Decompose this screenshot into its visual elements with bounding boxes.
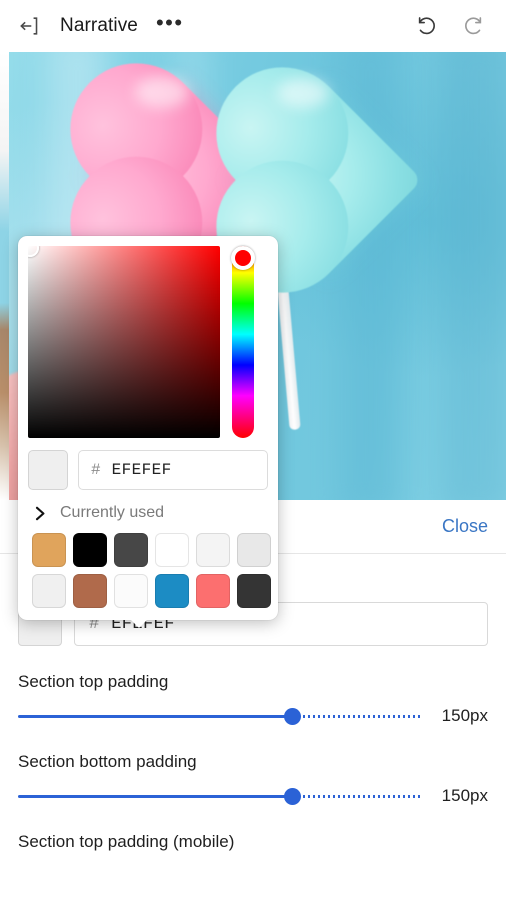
picker-hex-value: EFEFEF	[111, 461, 172, 479]
color-picker-controls	[28, 246, 268, 438]
slider-label: Section top padding	[18, 672, 169, 691]
slider-row: 150px	[18, 706, 488, 726]
color-swatch[interactable]	[196, 533, 230, 567]
color-swatch[interactable]	[32, 533, 66, 567]
app-root: Narrative ••• Close # EFEFEF Section top…	[0, 0, 506, 900]
currently-used-toggle[interactable]: Currently used	[28, 504, 268, 522]
saturation-value-square[interactable]	[28, 246, 220, 438]
slider-group-top-padding: Section top padding 150px	[0, 672, 506, 726]
canvas-left-edge-strip	[0, 52, 9, 500]
light-streak	[439, 52, 506, 500]
color-swatch[interactable]	[73, 574, 107, 608]
slider-filled-track	[18, 794, 293, 798]
gloss-highlight	[135, 76, 189, 108]
slider-remaining-track	[292, 714, 422, 718]
color-swatch[interactable]	[73, 533, 107, 567]
slider-value: 150px	[441, 706, 488, 725]
color-swatch[interactable]	[114, 574, 148, 608]
slider-thumb[interactable]	[284, 787, 302, 805]
slider-filled-track	[18, 714, 293, 718]
hue-slider-handle[interactable]	[231, 246, 255, 270]
slider-remaining-track	[292, 794, 422, 798]
color-swatch[interactable]	[155, 574, 189, 608]
slider-group-bottom-padding: Section bottom padding 150px	[0, 752, 506, 806]
hash-symbol: #	[91, 461, 101, 479]
recent-swatches-grid	[32, 533, 271, 608]
section-top-padding-slider[interactable]	[18, 707, 422, 725]
color-swatch[interactable]	[32, 574, 66, 608]
saturation-value-handle[interactable]	[28, 246, 39, 257]
section-bottom-padding-slider[interactable]	[18, 787, 422, 805]
slider-label: Section top padding (mobile)	[18, 832, 235, 851]
color-swatch[interactable]	[237, 574, 271, 608]
color-picker-popover: # EFEFEF Currently used	[18, 236, 278, 628]
gloss-highlight	[277, 78, 329, 108]
page-title: Narrative	[60, 15, 138, 36]
color-swatch[interactable]	[155, 533, 189, 567]
more-options-button[interactable]: •••	[156, 11, 184, 35]
slider-label: Section bottom padding	[18, 752, 197, 771]
picker-hex-input[interactable]: # EFEFEF	[78, 450, 268, 490]
chevron-right-icon	[32, 505, 48, 521]
undo-icon[interactable]	[410, 9, 444, 43]
currently-used-label: Currently used	[60, 504, 165, 521]
close-button[interactable]: Close	[442, 516, 488, 537]
exit-arrow-icon[interactable]	[16, 13, 42, 39]
picker-color-swatch[interactable]	[28, 450, 68, 490]
slider-value: 150px	[441, 786, 488, 805]
slider-row: 150px	[18, 786, 488, 806]
hue-slider[interactable]	[231, 246, 255, 438]
color-swatch[interactable]	[237, 533, 271, 567]
slider-thumb[interactable]	[284, 707, 302, 725]
slider-group-top-padding-mobile: Section top padding (mobile)	[0, 832, 506, 852]
top-bar: Narrative •••	[0, 0, 506, 52]
color-swatch[interactable]	[114, 533, 148, 567]
picker-hex-field: # EFEFEF	[28, 450, 268, 490]
color-swatch[interactable]	[196, 574, 230, 608]
redo-icon[interactable]	[456, 9, 490, 43]
